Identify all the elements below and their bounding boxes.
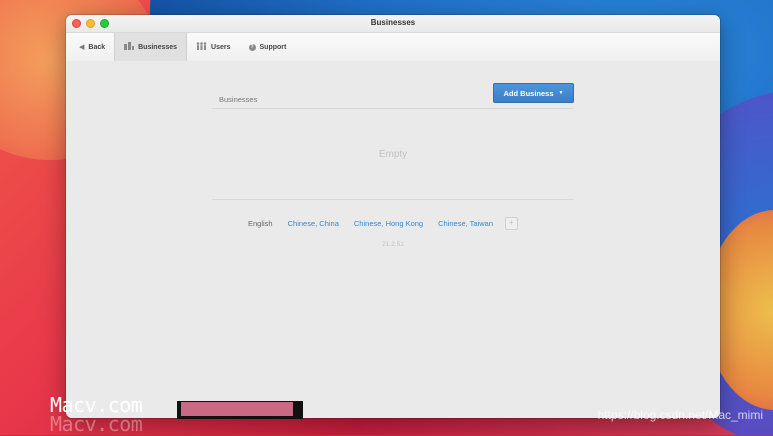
credit-watermark: https://blog.csdn.net/Mac_mimi — [597, 408, 763, 422]
back-button[interactable]: ◀ Back — [70, 33, 114, 61]
watermark-shadow-text: Macv.com — [50, 412, 143, 436]
language-switcher: English Chinese, China Chinese, Hong Kon… — [248, 217, 519, 230]
tab-users-label: Users — [211, 43, 231, 51]
back-label: Back — [88, 43, 106, 51]
window-title: Businesses — [370, 18, 416, 27]
tab-users[interactable]: Users — [187, 33, 239, 61]
section-title: Businesses — [219, 95, 258, 104]
help-icon: ? — [248, 43, 256, 51]
divider — [212, 199, 574, 200]
tab-support[interactable]: ? Support — [240, 33, 296, 61]
language-english: English — [248, 219, 273, 228]
buildings-icon — [124, 42, 135, 52]
empty-state-text: Empty — [378, 149, 408, 160]
title-bar: Businesses — [66, 15, 720, 33]
businesses-header: Businesses Add Business ▼ — [212, 83, 574, 109]
back-arrow-icon: ◀ — [79, 44, 85, 51]
language-chinese-taiwan[interactable]: Chinese, Taiwan — [438, 219, 493, 228]
tab-businesses-label: Businesses — [138, 43, 178, 51]
watermark-bar-fill — [181, 402, 293, 416]
chevron-down-icon: ▼ — [558, 90, 564, 96]
watermark: Macv.com Macv.com — [50, 393, 303, 436]
users-icon — [196, 42, 207, 52]
toolbar: ◀ Back Businesses Users ? Support — [66, 33, 720, 62]
tab-businesses[interactable]: Businesses — [114, 33, 188, 61]
tab-support-label: Support — [259, 43, 287, 51]
app-window: Businesses ◀ Back Businesses Users ? Sup… — [66, 15, 720, 418]
main-content: Businesses Add Business ▼ Empty English … — [66, 61, 720, 418]
add-business-button[interactable]: Add Business ▼ — [493, 83, 574, 103]
add-business-label: Add Business — [503, 88, 554, 98]
watermark-text: Macv.com — [50, 393, 143, 417]
language-chinese-china[interactable]: Chinese, China — [288, 219, 339, 228]
add-language-button[interactable]: + — [505, 217, 519, 230]
language-chinese-hong-kong[interactable]: Chinese, Hong Kong — [354, 219, 423, 228]
version-label: 21.2.51 — [382, 241, 404, 248]
